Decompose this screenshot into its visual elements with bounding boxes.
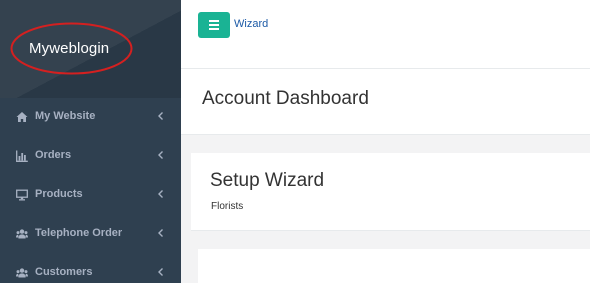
card-subtitle: Florists bbox=[211, 201, 244, 212]
sidebar: Myweblogin My Website Orders Products Te… bbox=[0, 0, 181, 283]
chevron-left-icon bbox=[158, 112, 163, 120]
highlight-circle bbox=[10, 22, 133, 75]
logo-area: Myweblogin bbox=[0, 0, 181, 98]
sidebar-item-label: Products bbox=[35, 188, 83, 200]
home-icon bbox=[16, 112, 28, 122]
sidebar-item-label: My Website bbox=[35, 110, 96, 122]
sidebar-item-my-website[interactable]: My Website bbox=[0, 98, 181, 137]
sidebar-item-label: Customers bbox=[35, 266, 93, 278]
sidebar-item-customers[interactable]: Customers bbox=[0, 254, 181, 283]
users-icon bbox=[16, 268, 28, 278]
sidebar-item-products[interactable]: Products bbox=[0, 176, 181, 215]
sidebar-item-label: Orders bbox=[35, 149, 72, 161]
chevron-left-icon bbox=[158, 151, 163, 159]
menu-toggle-button[interactable] bbox=[198, 12, 230, 38]
card-title: Setup Wizard bbox=[210, 170, 325, 191]
sidebar-item-telephone-order[interactable]: Telephone Order bbox=[0, 215, 181, 254]
content-card bbox=[198, 249, 590, 283]
page-title: Account Dashboard bbox=[202, 88, 369, 109]
chevron-left-icon bbox=[158, 229, 163, 237]
sidebar-item-label: Telephone Order bbox=[35, 227, 123, 239]
chevron-left-icon bbox=[158, 190, 163, 198]
setup-wizard-card: Setup Wizard Florists bbox=[191, 153, 590, 231]
breadcrumb-link[interactable]: Wizard bbox=[234, 18, 268, 30]
desktop-icon bbox=[16, 189, 28, 201]
bar-chart-icon bbox=[16, 150, 28, 162]
page-heading: Account Dashboard bbox=[181, 69, 590, 135]
top-navbar: Wizard bbox=[181, 0, 590, 69]
chevron-left-icon bbox=[158, 268, 163, 276]
users-icon bbox=[16, 229, 28, 239]
sidebar-item-orders[interactable]: Orders bbox=[0, 137, 181, 176]
